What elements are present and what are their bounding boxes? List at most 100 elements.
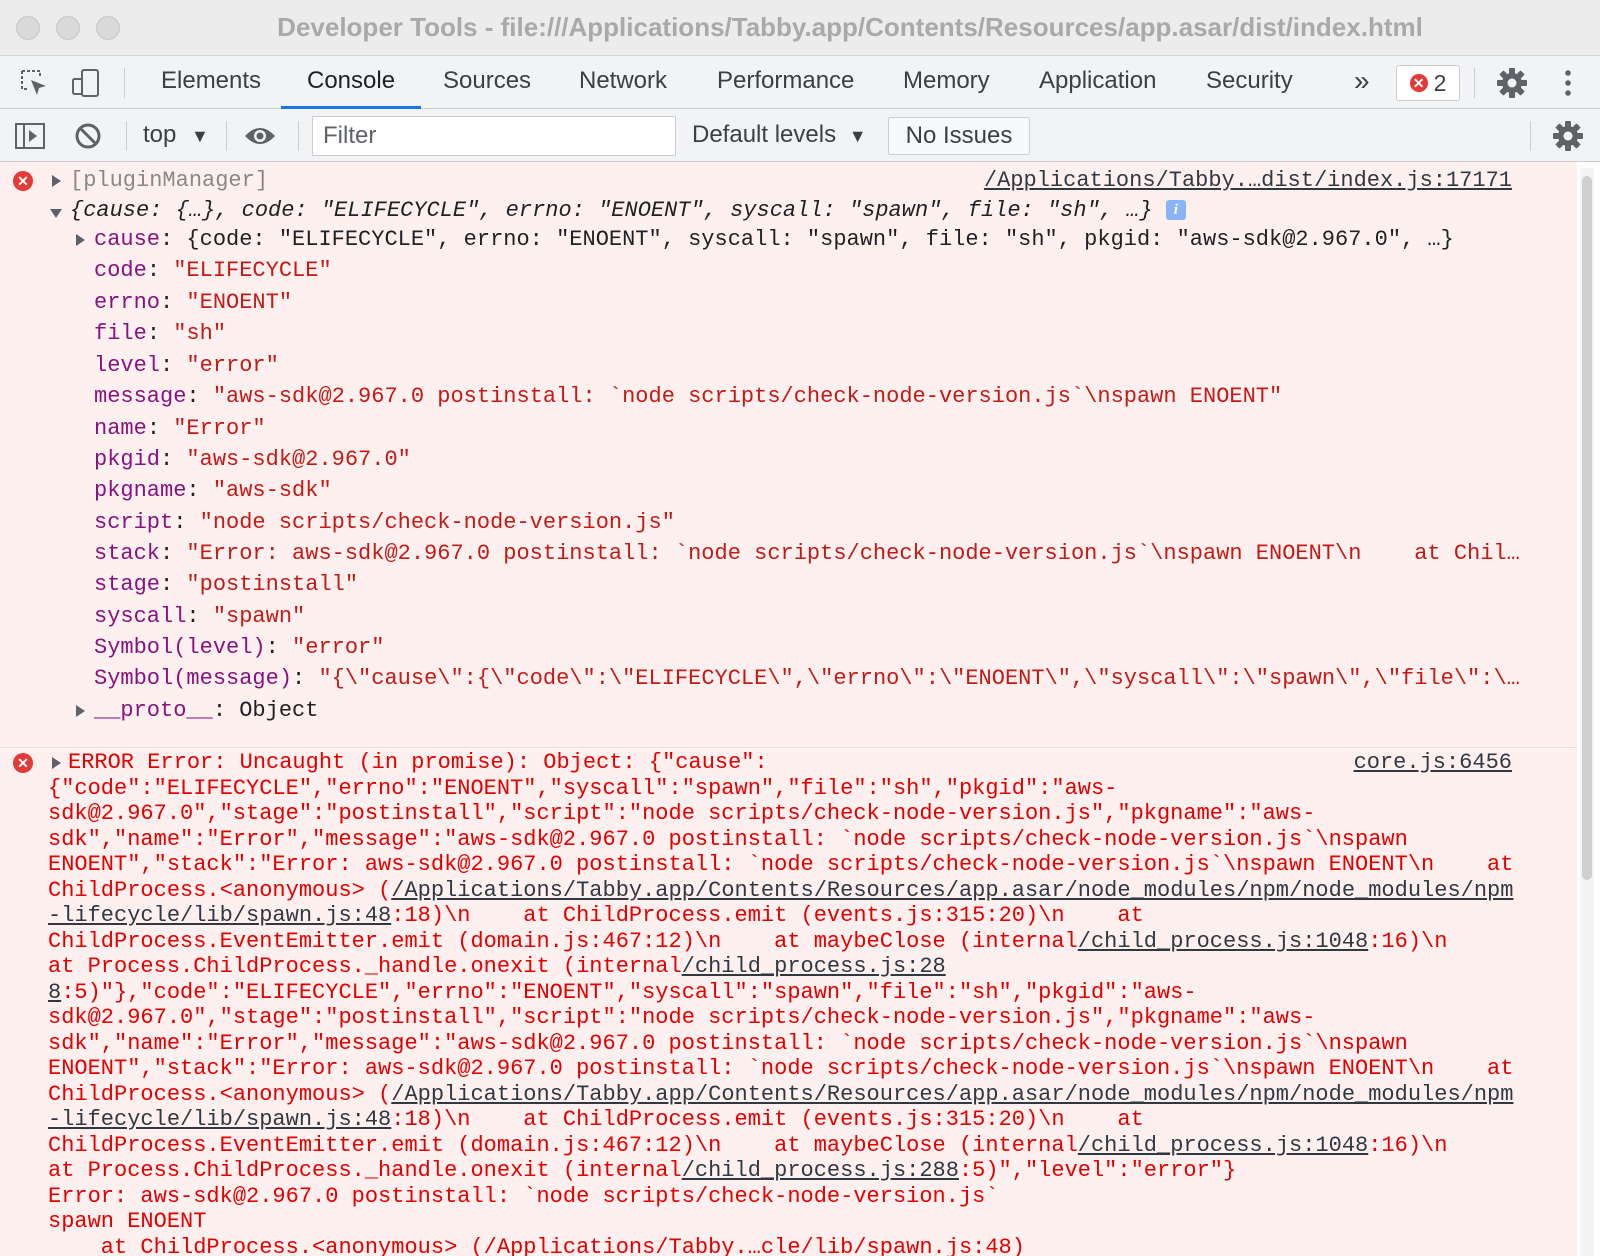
object-property: __proto__: Object (94, 698, 319, 723)
error-text-line: -lifecycle/lib/spawn.js:48:18)\n at Chil… (48, 1107, 1144, 1132)
error-icon: ✕ (13, 753, 33, 773)
console-output: ✕ [pluginManager] /Applications/Tabby.…d… (0, 162, 1600, 1256)
console-message-error: ✕ core.js:6456 ERROR Error: Uncaught (in… (0, 749, 1577, 1256)
inspect-element-icon[interactable] (16, 66, 52, 100)
stack-link[interactable]: /Applications/Tabby.app/Contents/Resourc… (391, 878, 1513, 903)
error-text-line: ChildProcess.<anonymous> (/Applications/… (48, 878, 1514, 903)
expand-arrow-icon[interactable] (76, 234, 85, 246)
error-text-line: at ChildProcess.<anonymous> (/Applicatio… (48, 1235, 1025, 1256)
source-link[interactable]: core.js:6456 (1354, 750, 1512, 775)
window-title-bar: Developer Tools - file:///Applications/T… (0, 0, 1600, 56)
object-property: errno: "ENOENT" (94, 290, 293, 315)
toolbar-divider (1474, 68, 1475, 98)
tab-console[interactable]: Console (307, 56, 395, 109)
error-text-line: 8:5)"},"code":"ELIFECYCLE","errno":"ENOE… (48, 980, 1197, 1005)
object-property: level: "error" (94, 353, 279, 378)
more-tabs-button[interactable]: » (1354, 56, 1370, 109)
tab-network[interactable]: Network (579, 56, 667, 109)
issues-button[interactable]: No Issues (888, 117, 1030, 155)
error-text-line: ChildProcess.EventEmitter.emit (domain.j… (48, 929, 1448, 954)
error-icon: ✕ (1409, 74, 1428, 92)
expand-arrow-icon[interactable] (76, 705, 85, 717)
settings-gear-icon[interactable] (1494, 66, 1530, 100)
error-text-line: sdk","name":"Error","message":"aws-sdk@2… (48, 1031, 1408, 1056)
info-icon: i (1165, 200, 1186, 221)
message-prefix: [pluginManager] (70, 168, 269, 193)
expand-arrow-icon[interactable] (52, 757, 61, 769)
error-icon: ✕ (13, 171, 33, 191)
object-property: stack: "Error: aws-sdk@2.967.0 postinsta… (94, 541, 1520, 566)
toolbar-divider (124, 68, 125, 98)
error-text-line: spawn ENOENT (48, 1209, 207, 1234)
error-count-badge[interactable]: ✕ 2 (1396, 65, 1460, 101)
object-property: syscall: "spawn" (94, 604, 306, 629)
toolbar-divider (126, 121, 127, 151)
minimize-window-button[interactable] (56, 16, 80, 40)
object-property: cause: {code: "ELIFECYCLE", errno: "ENOE… (94, 227, 1454, 252)
console-toolbar: top ▼ Default levels ▼ No Issues (0, 109, 1600, 162)
stack-link[interactable]: /child_process.js:1048 (1078, 1133, 1368, 1158)
error-text-line: Error: aws-sdk@2.967.0 postinstall: `nod… (48, 1184, 999, 1209)
object-property: stage: "postinstall" (94, 572, 359, 597)
device-toolbar-icon[interactable] (68, 66, 104, 100)
log-levels-label: Default levels (692, 121, 837, 148)
more-options-icon[interactable] (1550, 66, 1586, 100)
dropdown-arrow-icon: ▼ (848, 126, 867, 146)
console-scrollbar[interactable] (1580, 168, 1594, 1256)
error-text-line: -lifecycle/lib/spawn.js:48:18)\n at Chil… (48, 903, 1144, 928)
tab-application[interactable]: Application (1039, 56, 1156, 109)
console-settings-gear-icon[interactable] (1550, 119, 1586, 153)
object-property: pkgid: "aws-sdk@2.967.0" (94, 447, 411, 472)
stack-link[interactable]: /child_process.js:288 (682, 1158, 959, 1183)
object-property: Symbol(level): "error" (94, 635, 385, 660)
error-count: 2 (1433, 69, 1447, 96)
tab-sources[interactable]: Sources (443, 56, 531, 109)
stack-link[interactable]: -lifecycle/lib/spawn.js:48 (48, 1107, 391, 1132)
dropdown-arrow-icon: ▼ (191, 126, 209, 146)
object-property: code: "ELIFECYCLE" (94, 258, 332, 283)
stack-link[interactable]: /child_process.js:1048 (1078, 929, 1368, 954)
object-summary: {cause: {…}, code: "ELIFECYCLE", errno: … (70, 198, 1186, 224)
object-property: name: "Error" (94, 416, 266, 441)
log-levels-dropdown[interactable]: Default levels ▼ (692, 109, 867, 162)
object-property: message: "aws-sdk@2.967.0 postinstall: `… (94, 384, 1283, 409)
collapse-arrow-icon[interactable] (50, 209, 62, 218)
tab-memory[interactable]: Memory (903, 56, 990, 109)
toolbar-divider (226, 121, 227, 151)
zoom-window-button[interactable] (96, 16, 120, 40)
object-property: script: "node scripts/check-node-version… (94, 510, 675, 535)
filter-input[interactable] (312, 116, 676, 156)
error-text-line: ENOENT","stack":"Error: aws-sdk@2.967.0 … (48, 852, 1514, 877)
error-text-line: sdk@2.967.0","stage":"postinstall","scri… (48, 801, 1316, 826)
stack-link[interactable]: -lifecycle/lib/spawn.js:48 (48, 903, 391, 928)
toolbar-divider (1530, 121, 1531, 151)
error-text-line: at Process.ChildProcess._handle.onexit (… (48, 1158, 1237, 1183)
expand-arrow-icon[interactable] (52, 175, 61, 187)
error-text-line: ChildProcess.EventEmitter.emit (domain.j… (48, 1133, 1448, 1158)
close-window-button[interactable] (16, 16, 40, 40)
error-text-line: ENOENT","stack":"Error: aws-sdk@2.967.0 … (48, 1056, 1514, 1081)
clear-console-icon[interactable] (70, 119, 106, 153)
object-property: file: "sh" (94, 321, 227, 346)
devtools-tab-bar: Elements Console Sources Network Perform… (0, 56, 1600, 109)
console-message-error: ✕ [pluginManager] /Applications/Tabby.…d… (0, 162, 1577, 748)
error-text-line: {"code":"ELIFECYCLE","errno":"ENOENT","s… (48, 776, 1118, 801)
object-property: pkgname: "aws-sdk" (94, 478, 332, 503)
context-selector[interactable]: top ▼ (143, 109, 209, 162)
stack-link[interactable]: /child_process.js:28 (682, 954, 946, 979)
live-expression-eye-icon[interactable] (242, 119, 278, 153)
scrollbar-thumb[interactable] (1582, 176, 1592, 880)
error-text-line: at Process.ChildProcess._handle.onexit (… (48, 954, 946, 979)
source-link[interactable]: /Applications/Tabby.…dist/index.js:17171 (984, 168, 1512, 193)
show-sidebar-icon[interactable] (12, 119, 48, 153)
error-text-line: sdk","name":"Error","message":"aws-sdk@2… (48, 827, 1408, 852)
tab-security[interactable]: Security (1206, 56, 1293, 109)
stack-link[interactable]: /Applications/Tabby.app/Contents/Resourc… (391, 1082, 1513, 1107)
error-text-line: sdk@2.967.0","stage":"postinstall","scri… (48, 1005, 1316, 1030)
tab-performance[interactable]: Performance (717, 56, 854, 109)
stack-link[interactable]: 8 (48, 980, 61, 1005)
window-title: Developer Tools - file:///Applications/T… (277, 12, 1423, 42)
error-text-line: ChildProcess.<anonymous> (/Applications/… (48, 1082, 1514, 1107)
tab-elements[interactable]: Elements (161, 56, 261, 109)
object-property: Symbol(message): "{\"cause\":{\"code\":\… (94, 666, 1520, 691)
